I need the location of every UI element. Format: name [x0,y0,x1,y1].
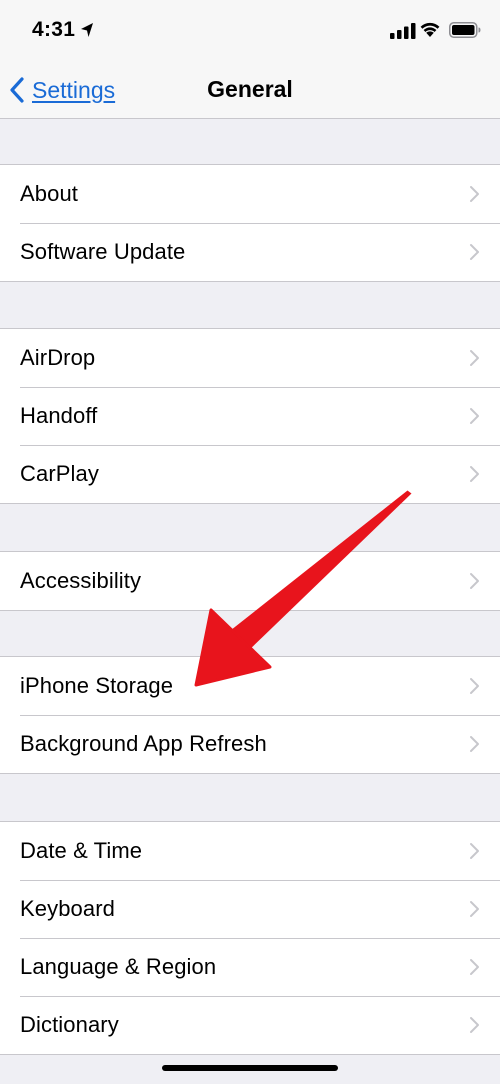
chevron-right-icon [470,959,479,975]
list-item-label: Language & Region [20,954,217,979]
wifi-icon [420,22,440,37]
list-item-label: AirDrop [20,345,96,370]
list-item-label: Accessibility [20,568,142,593]
list-item-label: Background App Refresh [20,731,267,756]
list-item-label: Software Update [20,239,186,264]
settings-group-5: Date & Time Keyboard Language & Region D… [0,821,500,1055]
list-item-background-app-refresh[interactable]: Background App Refresh [0,714,500,773]
settings-group-1: About Software Update [0,164,500,282]
chevron-right-icon [470,244,479,260]
cellular-signal-icon [390,23,416,39]
list-item-label: Date & Time [20,838,143,863]
settings-group-3: Accessibility [0,551,500,611]
battery-icon [449,22,481,38]
list-item-label: CarPlay [20,461,99,486]
navigation-bar: Settings General [0,62,500,119]
list-item-label: Keyboard [20,896,115,921]
chevron-right-icon [470,678,479,694]
list-item-language-region[interactable]: Language & Region [0,937,500,996]
chevron-right-icon [470,350,479,366]
list-item-label: About [20,181,78,206]
status-time: 4:31 [32,18,76,41]
list-item-label: iPhone Storage [20,673,174,698]
home-indicator [162,1065,338,1071]
list-item-dictionary[interactable]: Dictionary [0,995,500,1054]
list-item-label: Handoff [20,403,98,428]
chevron-right-icon [470,408,479,424]
list-item-carplay[interactable]: CarPlay [0,444,500,503]
chevron-right-icon [470,901,479,917]
chevron-right-icon [470,466,479,482]
chevron-right-icon [470,186,479,202]
status-bar: 4:31 [0,0,500,62]
location-arrow-icon [81,23,93,37]
list-item-date-time[interactable]: Date & Time [0,822,500,880]
list-item-iphone-storage[interactable]: iPhone Storage [0,657,500,715]
settings-group-2: AirDrop Handoff CarPlay [0,328,500,504]
chevron-right-icon [470,1017,479,1033]
list-item-keyboard[interactable]: Keyboard [0,879,500,938]
list-item-about[interactable]: About [0,165,500,223]
chevron-right-icon [470,843,479,859]
list-item-airdrop[interactable]: AirDrop [0,329,500,387]
chevron-right-icon [470,736,479,752]
settings-group-4: iPhone Storage Background App Refresh [0,656,500,774]
chevron-right-icon [470,573,479,589]
list-item-accessibility[interactable]: Accessibility [0,552,500,610]
page-title: General [207,76,293,102]
list-item-label: Dictionary [20,1012,119,1037]
list-item-software-update[interactable]: Software Update [0,222,500,281]
list-item-handoff[interactable]: Handoff [0,386,500,445]
